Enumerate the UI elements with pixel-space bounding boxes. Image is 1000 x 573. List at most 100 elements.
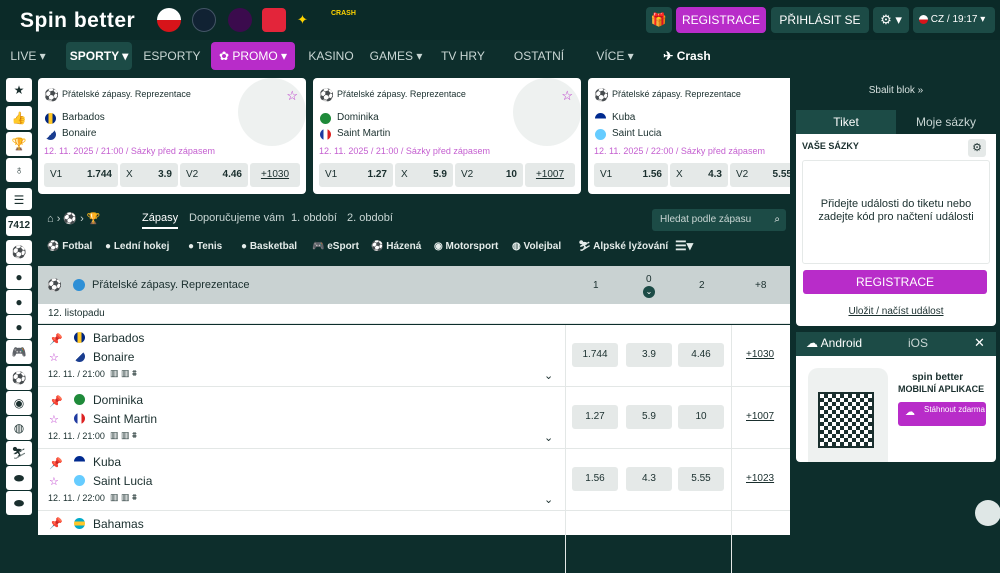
laliga-icon[interactable]	[262, 8, 286, 32]
chat-avatar-icon[interactable]	[975, 500, 1000, 526]
american-football-icon[interactable]: ⬬	[6, 466, 32, 490]
nav-sporty[interactable]: SPORTY ▾	[66, 42, 132, 70]
nav-games[interactable]: GAMES ▾	[368, 42, 424, 70]
sport-hokej[interactable]: ● Lední hokej	[105, 241, 169, 252]
sport-volejbal[interactable]: ◍ Volejbal	[512, 241, 561, 252]
featured-card[interactable]: ⚽ Přátelské zápasy. Reprezentace ☆ Barba…	[38, 78, 306, 194]
logo[interactable]: Spin better	[20, 9, 135, 33]
more-markets[interactable]: +1007	[746, 411, 774, 422]
hockey-icon[interactable]: ●	[6, 265, 32, 289]
match-row[interactable]: 📌 ☆ Barbados Bonaire 12. 11. / 21:00 ▥ ▥ …	[38, 325, 790, 387]
nav-vice[interactable]: VÍCE ▾	[592, 42, 638, 70]
nav-kasino[interactable]: KASINO	[306, 42, 356, 70]
odd-x[interactable]: 4.3	[626, 467, 672, 491]
chevron-down-icon[interactable]: ⌄	[544, 431, 553, 444]
basketball-icon[interactable]: ●	[6, 315, 32, 339]
motorsport-icon[interactable]: ◉	[6, 391, 32, 415]
favorite-star-icon[interactable]: ☆	[49, 413, 59, 426]
chevron-down-icon[interactable]: ⌄	[544, 493, 553, 506]
tab-my-bets[interactable]: Moje sázky	[896, 110, 996, 134]
odd-1[interactable]: 1.744	[572, 343, 618, 367]
trophy-icon[interactable]: 🏆	[6, 132, 32, 156]
odd-v2[interactable]: V2 4.46	[180, 163, 248, 187]
crash-mini-icon[interactable]: CRASH	[331, 10, 356, 17]
skiing-icon[interactable]: ⛷	[6, 441, 32, 465]
register-button[interactable]: REGISTRACE	[676, 7, 766, 33]
more-markets[interactable]: +1007	[525, 163, 575, 187]
esport-icon[interactable]: 🎮	[6, 340, 32, 364]
handball-icon[interactable]: ⚽	[6, 366, 32, 390]
odd-1[interactable]: 1.27	[572, 405, 618, 429]
tab-doporucujeme[interactable]: Doporučujeme vám	[189, 212, 284, 224]
odd-x[interactable]: X 3.9	[120, 163, 178, 187]
odd-v1[interactable]: V1 1.56	[594, 163, 668, 187]
menu-icon[interactable]: ☰	[6, 188, 32, 210]
nav-promo[interactable]: ✿ PROMO ▾	[211, 42, 295, 70]
tab-obdobi2[interactable]: 2. období	[347, 212, 393, 224]
more-markets[interactable]: +1023	[746, 473, 774, 484]
tab-ticket[interactable]: Tiket	[796, 110, 896, 134]
tab-zapasy[interactable]: Zápasy	[142, 212, 179, 229]
featured-card[interactable]: ⚽ Přátelské zápasy. Reprezentace Kuba Sa…	[588, 78, 790, 194]
betslip-register-button[interactable]: REGISTRACE	[803, 270, 987, 294]
sports-menu-icon[interactable]: ☰▾	[675, 238, 693, 254]
volleyball-icon[interactable]: ◍	[6, 416, 32, 440]
odd-2[interactable]: 5.55	[678, 467, 724, 491]
odd-v2[interactable]: V2 5.55	[730, 163, 790, 187]
download-button[interactable]: ☁ Stáhnout zdarma	[898, 402, 986, 426]
favorite-star-icon[interactable]: ☆	[286, 88, 298, 104]
nav-esporty[interactable]: ESPORTY	[142, 42, 202, 70]
football-icon[interactable]: ⚽	[6, 240, 32, 264]
nav-crash[interactable]: ✈ Crash	[654, 42, 720, 70]
more-markets[interactable]: +1030	[746, 349, 774, 360]
thumbs-up-icon[interactable]: 👍	[6, 106, 32, 130]
stats-icon[interactable]: ▥ ▥ ⩩	[110, 492, 137, 503]
odd-x[interactable]: 3.9	[626, 343, 672, 367]
sport-hazena[interactable]: ⚽ Házená	[371, 241, 421, 252]
pin-icon[interactable]: 📌	[49, 395, 63, 408]
ribbon-icon[interactable]: ♁	[6, 158, 32, 182]
chevron-down-icon[interactable]: ⌄	[643, 286, 655, 298]
tab-obdobi1[interactable]: 1. období	[291, 212, 337, 224]
rugby-icon[interactable]: ⬬	[6, 491, 32, 515]
odd-1[interactable]: 1.56	[572, 467, 618, 491]
nav-tv-hry[interactable]: TV HRY	[438, 42, 488, 70]
sport-lyzovani[interactable]: ⛷ Alpské lyžování	[578, 241, 668, 252]
favorites-star-icon[interactable]: ★	[6, 78, 32, 102]
odd-2[interactable]: 10	[678, 405, 724, 429]
competition-header[interactable]: ⚽ Přátelské zápasy. Reprezentace 1 0 ⌄ 2…	[38, 266, 790, 304]
odd-x[interactable]: X 4.3	[670, 163, 728, 187]
odd-2[interactable]: 4.46	[678, 343, 724, 367]
settings-button[interactable]: ⚙ ▾	[873, 7, 909, 33]
pin-icon[interactable]: 📌	[49, 457, 63, 470]
premier-league-icon[interactable]	[228, 8, 252, 32]
chevron-down-icon[interactable]: ⌄	[544, 369, 553, 382]
odd-v1[interactable]: V1 1.744	[44, 163, 118, 187]
save-load-link[interactable]: Uložit / načíst událost	[796, 306, 996, 317]
sport-basketbal[interactable]: ● Basketbal	[241, 241, 297, 252]
gear-icon[interactable]: ⚙	[968, 139, 986, 157]
favorite-star-icon[interactable]: ☆	[49, 475, 59, 488]
more-markets[interactable]: +1030	[250, 163, 300, 187]
champions-league-icon[interactable]	[192, 8, 216, 32]
odd-v1[interactable]: V1 1.27	[319, 163, 393, 187]
sport-motorsport[interactable]: ◉ Motorsport	[434, 241, 498, 252]
stats-icon[interactable]: ▥ ▥ ⩩	[110, 430, 137, 441]
match-row[interactable]: 📌 Bahamas	[38, 511, 790, 573]
odd-v2[interactable]: V2 10	[455, 163, 523, 187]
esports-icon[interactable]: ✦	[297, 12, 308, 28]
favorite-star-icon[interactable]: ☆	[49, 351, 59, 364]
tab-android[interactable]: ☁ Android	[806, 336, 862, 350]
gift-button[interactable]: 🎁	[646, 7, 672, 33]
nav-ostatni[interactable]: OSTATNÍ HRY	[500, 42, 578, 91]
nav-live[interactable]: LIVE ▾	[8, 42, 48, 70]
featured-card[interactable]: ⚽ Přátelské zápasy. Reprezentace ☆ Domin…	[313, 78, 581, 194]
login-button[interactable]: PŘIHLÁSIT SE	[771, 7, 869, 33]
stats-icon[interactable]: ▥ ▥ ⩩	[110, 368, 137, 379]
pin-icon[interactable]: 📌	[49, 333, 63, 346]
collapse-block-button[interactable]: Sbalit blok »	[796, 80, 996, 102]
tab-ios[interactable]: iOS	[908, 336, 928, 350]
match-row[interactable]: 📌 ☆ Dominika Saint Martin 12. 11. / 21:00…	[38, 387, 790, 449]
favorite-star-icon[interactable]: ☆	[561, 88, 573, 104]
search-input[interactable]: Hledat podle zápasu ⌕	[652, 209, 786, 231]
